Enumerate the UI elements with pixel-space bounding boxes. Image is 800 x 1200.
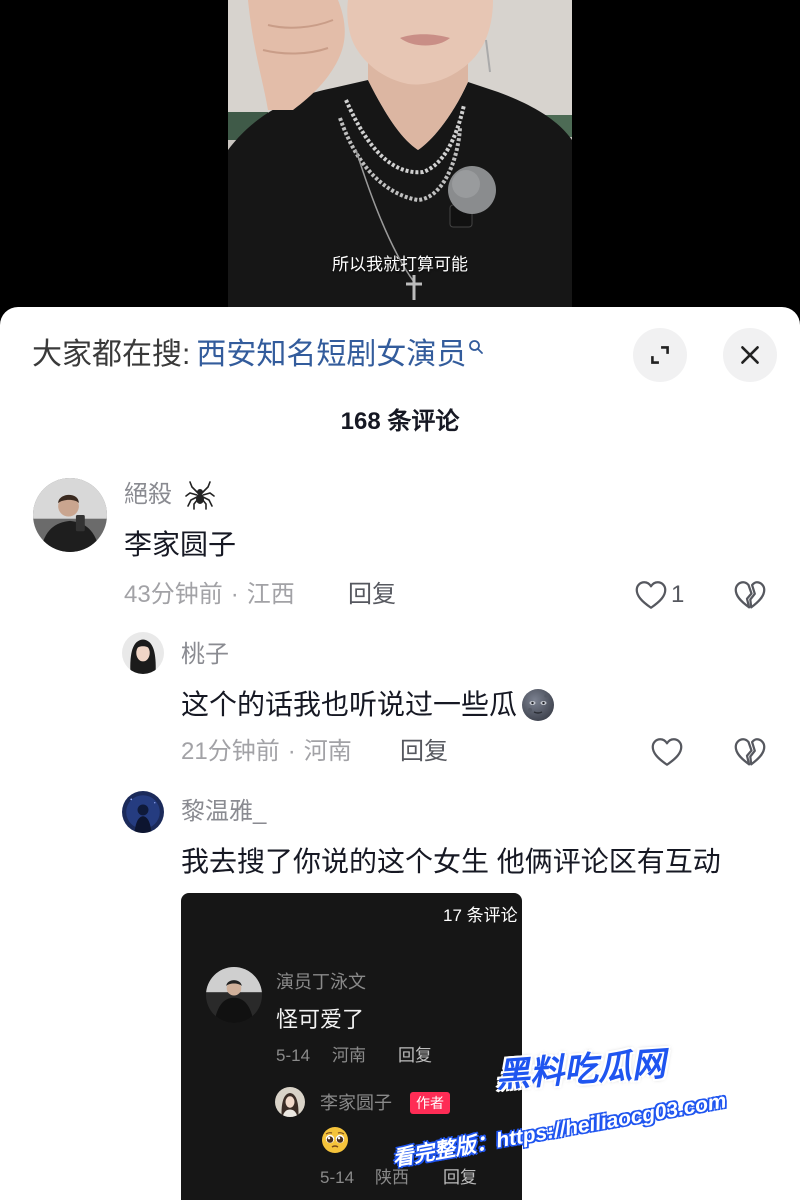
- trending-search-query-link[interactable]: 西安知名短剧女演员: [196, 335, 466, 375]
- like-button[interactable]: [649, 734, 685, 770]
- heart-outline-icon: [633, 577, 669, 613]
- attached-comment-count-title: 17 条评论: [443, 906, 518, 925]
- attached-reply-avatar: [275, 1087, 305, 1117]
- expand-button[interactable]: [633, 328, 687, 382]
- meta-separator: ·: [287, 738, 296, 765]
- username-text: 絕殺: [124, 481, 172, 508]
- attached-reply-reply-label: 回复: [443, 1168, 477, 1187]
- reply-button[interactable]: 回复: [348, 579, 396, 611]
- expand-icon: [647, 342, 673, 368]
- attached-comment-avatar: [206, 967, 262, 1023]
- attached-comment-location: 河南: [332, 1046, 366, 1065]
- comment-count-title: 168 条评论: [340, 408, 460, 435]
- close-button[interactable]: [723, 328, 777, 382]
- heart-outline-icon: [649, 734, 685, 770]
- reply-avatar[interactable]: [122, 791, 164, 833]
- reply-text: 我去搜了你说的这个女生 他俩评论区有互动: [181, 846, 721, 877]
- broken-heart-icon: [732, 577, 768, 613]
- dislike-button[interactable]: [732, 734, 768, 770]
- attached-comment-text: 怪可爱了: [276, 1007, 365, 1032]
- comment-panel: 大家都在搜: 西安知名短剧女演员 168 条评论 絕殺 李家圆子 43分钟前 ·…: [0, 307, 800, 1200]
- trending-search-label: 大家都在搜:: [32, 338, 191, 371]
- like-button[interactable]: [633, 577, 669, 613]
- attached-reply-date: 5-14: [320, 1168, 355, 1187]
- reply-text: 这个的话我也听说过一些瓜: [181, 689, 518, 720]
- meta-separator: ·: [230, 581, 239, 608]
- comment-meta: 43分钟前 · 江西: [124, 579, 295, 611]
- attached-reply-username: 李家圆子: [320, 1093, 392, 1113]
- attached-comment-username: 演员丁泳文: [276, 972, 366, 992]
- reply-location: 河南: [303, 738, 352, 765]
- author-badge: 作者: [410, 1092, 450, 1114]
- video-player[interactable]: 所以我就打算可能: [0, 0, 800, 320]
- reply-username[interactable]: 黎温雅_: [181, 796, 266, 828]
- like-count: 1: [671, 581, 685, 608]
- comment-text: 李家圆子: [124, 529, 237, 560]
- comment-location: 江西: [246, 581, 295, 608]
- comment-username[interactable]: 絕殺: [124, 479, 216, 511]
- reply-meta: 21分钟前 · 河南: [181, 736, 352, 768]
- reply-username[interactable]: 桃子: [181, 639, 229, 671]
- reply-button[interactable]: 回复: [400, 736, 448, 768]
- reply-avatar[interactable]: [122, 632, 164, 674]
- search-icon: [468, 339, 484, 355]
- spider-icon: [184, 479, 216, 511]
- attached-comment-date: 5-14: [276, 1046, 311, 1065]
- comment-time: 43分钟前: [124, 581, 223, 608]
- attached-comment-reply-label: 回复: [398, 1046, 432, 1065]
- broken-heart-icon: [732, 734, 768, 770]
- video-subtitle: 所以我就打算可能: [332, 255, 468, 274]
- close-icon: [737, 342, 763, 368]
- new-moon-face-emoji-icon: [521, 688, 555, 722]
- pleading-face-emoji-icon: [321, 1126, 349, 1154]
- user-avatar[interactable]: [33, 478, 107, 552]
- reply-text-row: 这个的话我也听说过一些瓜: [181, 685, 555, 725]
- reply-time: 21分钟前: [181, 738, 280, 765]
- dislike-button[interactable]: [732, 577, 768, 613]
- trending-search-banner[interactable]: 大家都在搜: 西安知名短剧女演员: [32, 335, 484, 375]
